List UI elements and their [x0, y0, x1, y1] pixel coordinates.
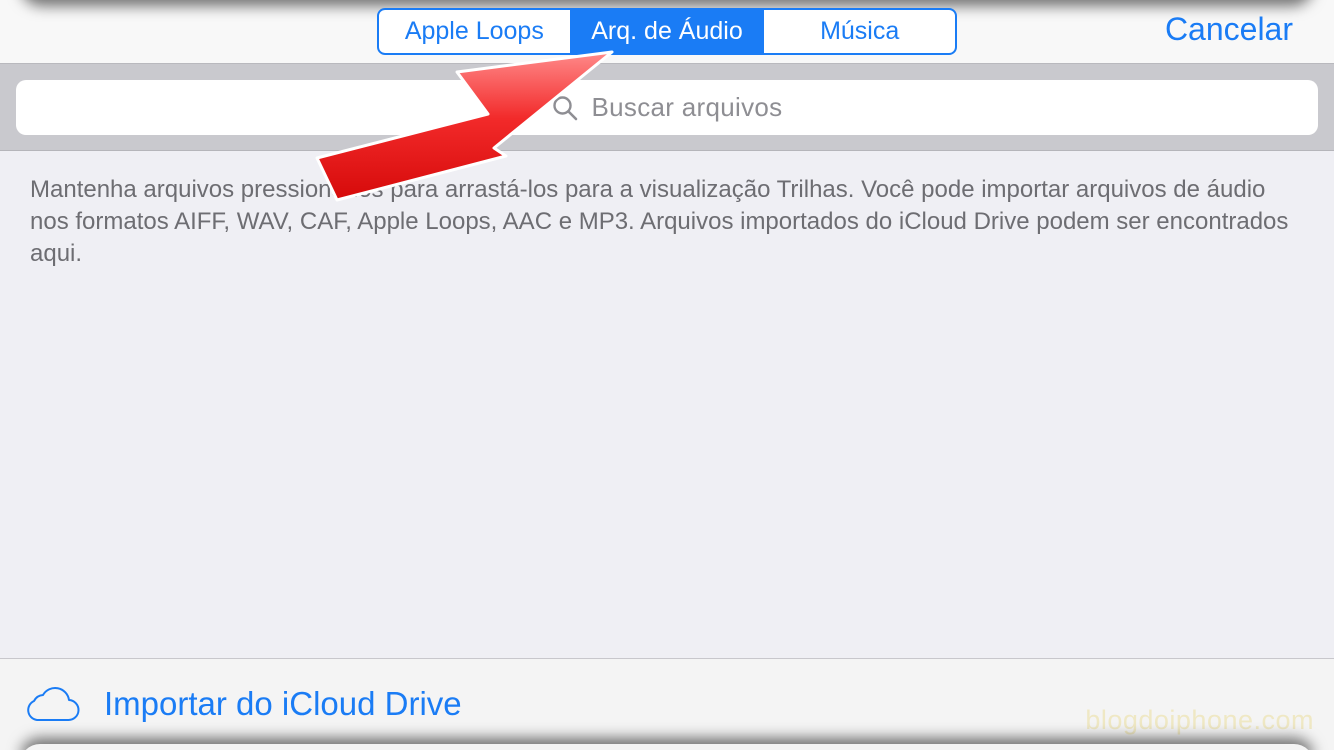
instructions-text: Mantenha arquivos pressionados para arra…: [30, 176, 1289, 267]
audio-file-browser: Apple Loops Arq. de Áudio Música Cancela…: [0, 0, 1334, 750]
segment-audio-files[interactable]: Arq. de Áudio: [569, 10, 763, 53]
import-icloud-drive-label: Importar do iCloud Drive: [104, 685, 462, 722]
segment-music[interactable]: Música: [762, 10, 955, 53]
bottom-toolbar: Importar do iCloud Drive blogdoiphone.co…: [0, 658, 1334, 750]
source-segmented-control: Apple Loops Arq. de Áudio Música: [377, 8, 957, 55]
import-icloud-drive-button[interactable]: Importar do iCloud Drive: [24, 679, 462, 729]
search-input[interactable]: Buscar arquivos: [16, 80, 1318, 135]
cancel-button[interactable]: Cancelar: [1165, 11, 1293, 48]
segment-apple-loops[interactable]: Apple Loops: [379, 10, 570, 53]
watermark: blogdoiphone.com: [1085, 705, 1314, 735]
search-bar: Buscar arquivos: [0, 64, 1334, 151]
cloud-icon: [27, 686, 80, 722]
navigation-bar: Apple Loops Arq. de Áudio Música Cancela…: [0, 0, 1334, 64]
search-icon: [552, 95, 577, 120]
search-placeholder: Buscar arquivos: [591, 92, 783, 122]
bottom-shadow: [20, 744, 1314, 750]
